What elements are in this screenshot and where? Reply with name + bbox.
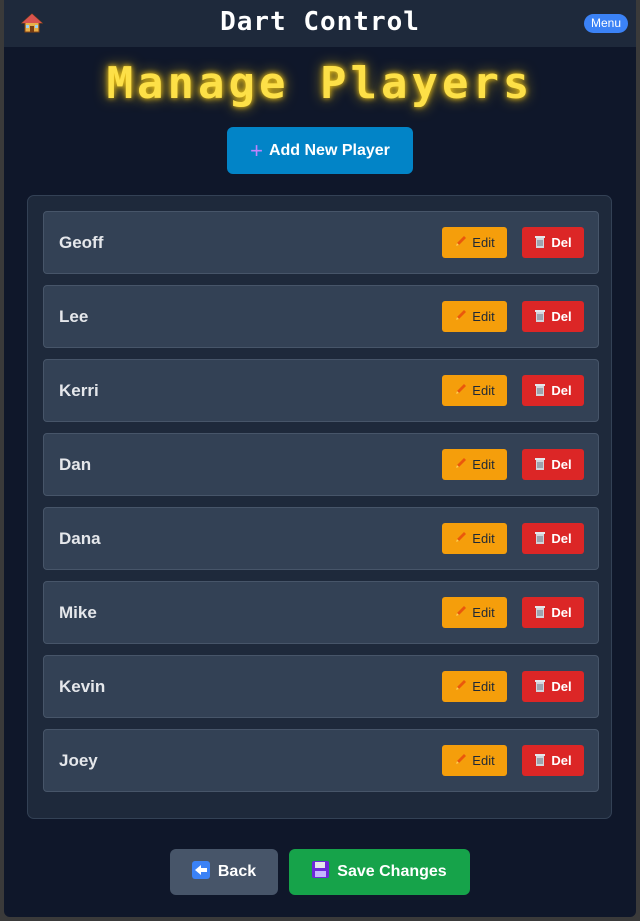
delete-player-button[interactable]: Del xyxy=(522,301,584,332)
top-bar: Dart Control Menu xyxy=(4,0,636,47)
edit-label: Edit xyxy=(472,235,495,250)
pencil-icon xyxy=(454,530,468,547)
edit-label: Edit xyxy=(472,309,495,324)
edit-label: Edit xyxy=(472,605,495,620)
player-name: Kerri xyxy=(59,381,99,400)
edit-label: Edit xyxy=(472,531,495,546)
pencil-icon xyxy=(454,752,468,769)
pencil-icon xyxy=(454,678,468,695)
player-row: Joey Edit Del xyxy=(43,729,599,792)
player-name: Joey xyxy=(59,751,98,770)
delete-label: Del xyxy=(551,457,572,472)
save-changes-button[interactable]: Save Changes xyxy=(289,849,470,895)
app-frame: Dart Control Menu Manage Players + Add N… xyxy=(4,0,636,917)
delete-player-button[interactable]: Del xyxy=(522,449,584,480)
delete-player-button[interactable]: Del xyxy=(522,523,584,554)
delete-label: Del xyxy=(551,383,572,398)
back-button[interactable]: Back xyxy=(170,849,278,895)
edit-label: Edit xyxy=(472,457,495,472)
plus-icon: + xyxy=(250,137,263,163)
players-panel: Geoff Edit Del Lee Edit Del Kerri Edit Del Dan Edi… xyxy=(27,195,612,819)
delete-label: Del xyxy=(551,235,572,250)
add-player-button[interactable]: + Add New Player xyxy=(227,127,413,174)
player-row: Kerri Edit Del xyxy=(43,359,599,422)
delete-label: Del xyxy=(551,679,572,694)
delete-player-button[interactable]: Del xyxy=(522,745,584,776)
page-heading: Manage Players xyxy=(106,58,534,109)
back-arrow-icon xyxy=(191,860,210,884)
wastebasket-icon xyxy=(534,679,546,695)
edit-label: Edit xyxy=(472,753,495,768)
player-row: Dana Edit Del xyxy=(43,507,599,570)
add-player-label: Add New Player xyxy=(268,141,390,159)
edit-label: Edit xyxy=(472,383,495,398)
wastebasket-icon xyxy=(534,605,546,621)
pencil-icon xyxy=(454,604,468,621)
delete-player-button[interactable]: Del xyxy=(522,671,584,702)
edit-player-button[interactable]: Edit xyxy=(442,301,507,332)
player-name: Mike xyxy=(59,603,97,622)
player-row: Geoff Edit Del xyxy=(43,211,599,274)
edit-player-button[interactable]: Edit xyxy=(442,597,507,628)
wastebasket-icon xyxy=(534,383,546,399)
wastebasket-icon xyxy=(534,235,546,251)
edit-player-button[interactable]: Edit xyxy=(442,375,507,406)
pencil-icon xyxy=(454,456,468,473)
app-title: Dart Control xyxy=(220,7,420,37)
player-name: Dana xyxy=(59,529,101,548)
delete-label: Del xyxy=(551,531,572,546)
pencil-icon xyxy=(454,382,468,399)
edit-player-button[interactable]: Edit xyxy=(442,745,507,776)
player-row: Lee Edit Del xyxy=(43,285,599,348)
menu-button[interactable]: Menu xyxy=(583,14,628,33)
wastebasket-icon xyxy=(534,457,546,473)
pencil-icon xyxy=(454,308,468,325)
delete-player-button[interactable]: Del xyxy=(522,227,584,258)
floppy-disk-icon xyxy=(312,861,330,883)
edit-player-button[interactable]: Edit xyxy=(442,671,507,702)
player-row: Mike Edit Del xyxy=(43,581,599,644)
player-name: Lee xyxy=(59,307,89,326)
delete-player-button[interactable]: Del xyxy=(522,597,584,628)
edit-player-button[interactable]: Edit xyxy=(442,523,507,554)
player-name: Kevin xyxy=(59,677,106,696)
delete-player-button[interactable]: Del xyxy=(522,375,584,406)
player-row: Dan Edit Del xyxy=(43,433,599,496)
edit-player-button[interactable]: Edit xyxy=(442,227,507,258)
player-name: Dan xyxy=(59,455,92,474)
player-name: Geoff xyxy=(59,233,104,252)
player-row: Kevin Edit Del xyxy=(43,655,599,718)
delete-label: Del xyxy=(551,753,572,768)
back-label: Back xyxy=(217,863,257,880)
player-list: Geoff Edit Del Lee Edit Del Kerri Edit Del Dan Edi… xyxy=(43,211,599,803)
pencil-icon xyxy=(454,234,468,251)
wastebasket-icon xyxy=(534,753,546,769)
wastebasket-icon xyxy=(534,309,546,325)
edit-label: Edit xyxy=(472,679,495,694)
wastebasket-icon xyxy=(534,531,546,547)
edit-player-button[interactable]: Edit xyxy=(442,449,507,480)
delete-label: Del xyxy=(551,605,572,620)
save-changes-label: Save Changes xyxy=(337,863,447,880)
delete-label: Del xyxy=(551,309,572,324)
